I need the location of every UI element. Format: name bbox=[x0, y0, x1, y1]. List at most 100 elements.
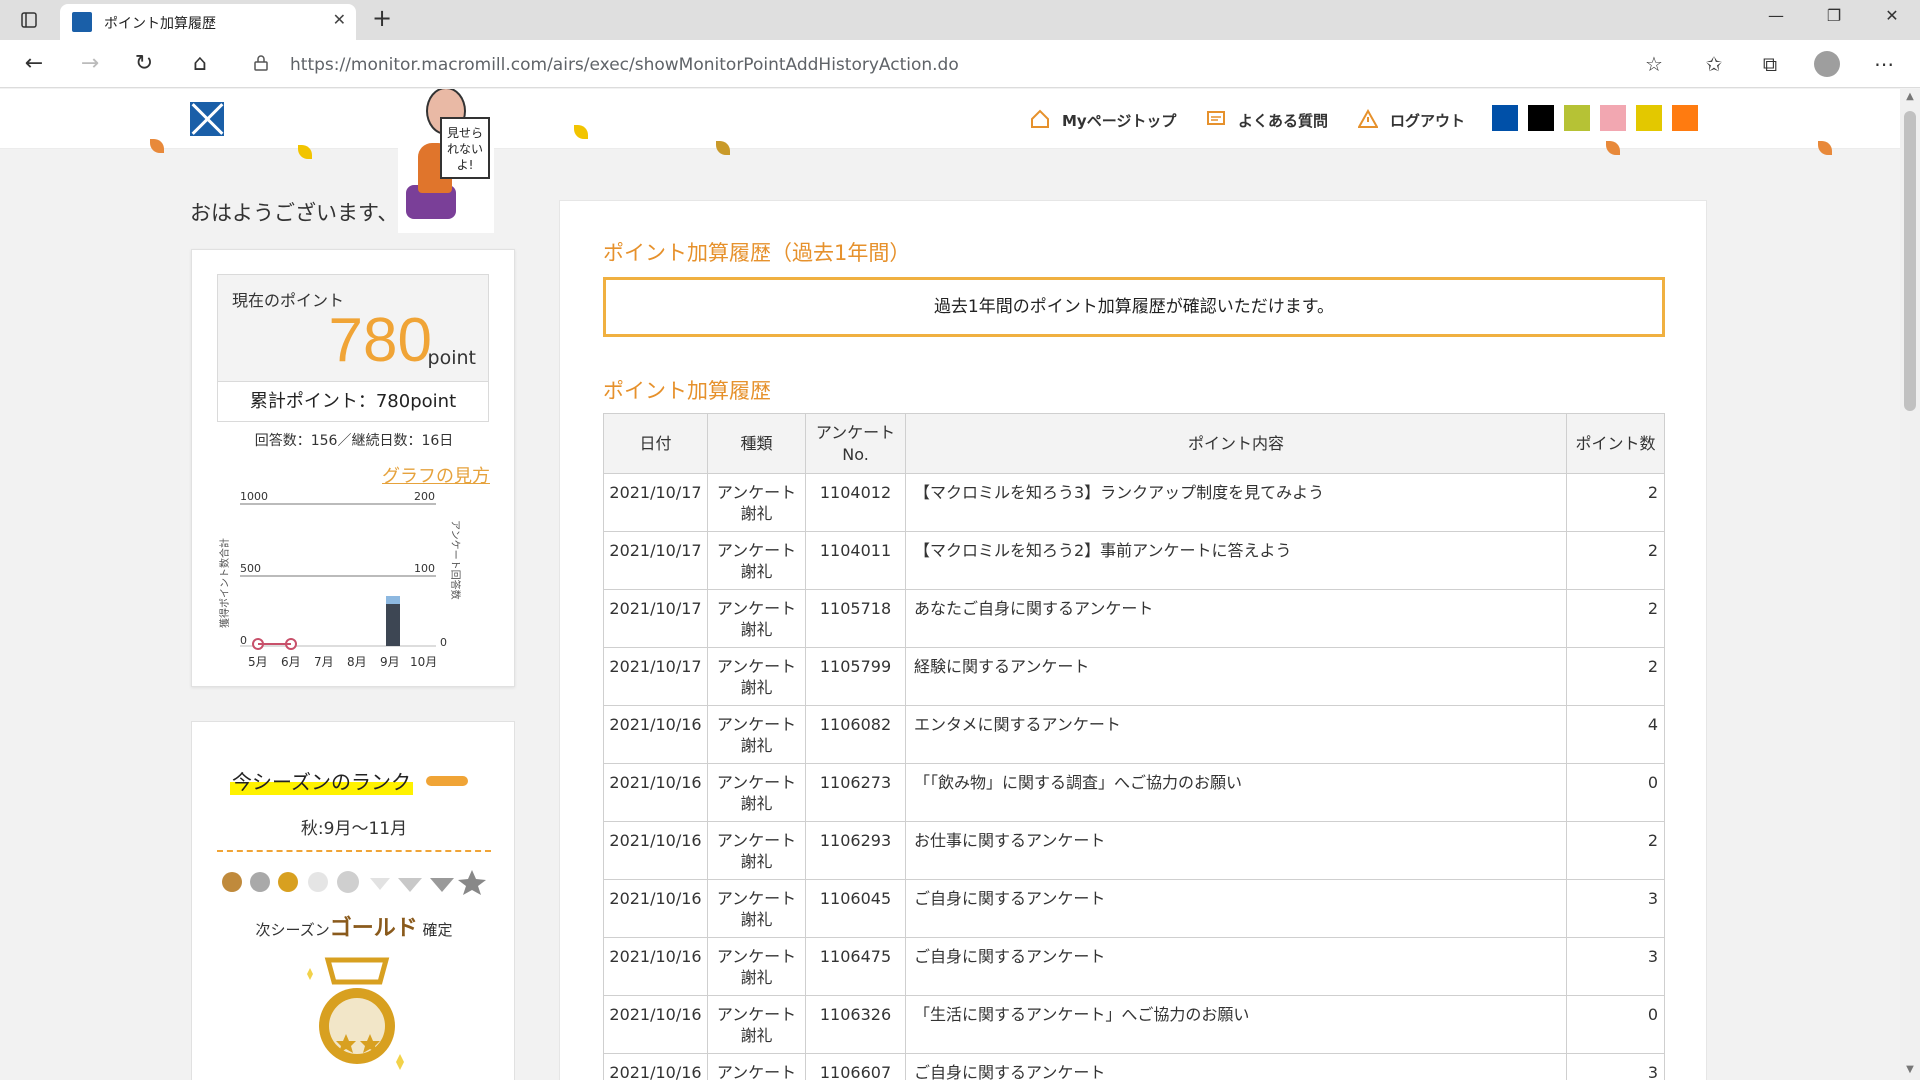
next-rank-text: 次シーズンゴールド 確定 bbox=[255, 916, 453, 941]
cell-points: 3 bbox=[1566, 879, 1665, 938]
theme-color-pink[interactable] bbox=[1600, 105, 1626, 131]
cell-date: 2021/10/16 bbox=[603, 995, 708, 1054]
collections-icon[interactable]: ⧉ bbox=[1754, 48, 1786, 80]
rank-silver-icon bbox=[250, 872, 270, 892]
tab-actions-button[interactable] bbox=[14, 8, 44, 32]
chart-month-label: 9月 bbox=[380, 655, 400, 669]
cell-survey-no: 1106045 bbox=[805, 879, 906, 938]
more-menu-icon[interactable]: ⋯ bbox=[1868, 48, 1900, 80]
browser-tab-active[interactable]: ポイント加算履歴 ✕ bbox=[60, 4, 356, 40]
favorites-icon[interactable]: ✩ bbox=[1698, 48, 1730, 80]
url-text: https://monitor.macromill.com/airs/exec/… bbox=[290, 55, 959, 75]
new-tab-button[interactable]: + bbox=[368, 4, 396, 32]
minimize-button[interactable]: — bbox=[1756, 6, 1796, 34]
home-button[interactable]: ⌂ bbox=[184, 48, 216, 80]
column-header-survey-no: アンケート No. bbox=[805, 413, 906, 474]
table-row: 2021/10/16 アンケート 謝礼 1106045 ご自身に関するアンケート 3 bbox=[603, 879, 1665, 938]
table-row: 2021/10/17 アンケート 謝礼 1104011 【マクロミルを知ろう2】事前アン… bbox=[603, 531, 1665, 590]
back-button[interactable]: ← bbox=[18, 48, 50, 80]
leaf-decoration bbox=[1606, 141, 1620, 155]
cell-survey-no: 1105718 bbox=[805, 589, 906, 648]
cell-type: アンケート謝礼 bbox=[707, 937, 806, 996]
cell-type: アンケート謝礼 bbox=[707, 1053, 806, 1080]
cell-survey-no: 1104012 bbox=[805, 473, 906, 532]
cell-type: アンケート謝礼 bbox=[707, 589, 806, 648]
chart-left-tick: 1000 bbox=[240, 490, 268, 503]
cell-date: 2021/10/16 bbox=[603, 1053, 708, 1080]
cell-survey-no: 1105799 bbox=[805, 647, 906, 706]
table-row: 2021/10/16アンケート謝礼1106607ご自身に関するアンケート3 bbox=[603, 1053, 1665, 1080]
chart-right-axis-label: アンケート回答数 bbox=[449, 520, 462, 600]
table-row: 2021/10/16 アンケート 謝礼 1106475 ご自身に関するアンケート 3 bbox=[603, 937, 1665, 996]
cell-date: 2021/10/16 bbox=[603, 705, 708, 764]
main-content-card: ポイント加算履歴（過去1年間） 過去1年間のポイント加算履歴が確認いただけます。… bbox=[559, 200, 1707, 1080]
cell-survey-no: 1106293 bbox=[805, 821, 906, 880]
close-window-button[interactable]: ✕ bbox=[1872, 6, 1912, 34]
table-row: 2021/10/16 アンケート 謝礼 1106082 エンタメに関するアンケート 4 bbox=[603, 705, 1665, 764]
site-favicon-icon bbox=[72, 12, 92, 32]
rank-card: 今シーズンのランク 秋:9月～11月 次シーズンゴールド 確定 bbox=[191, 721, 515, 1080]
cell-date: 2021/10/17 bbox=[603, 589, 708, 648]
cell-date: 2021/10/17 bbox=[603, 473, 708, 532]
rank-diamond-icon bbox=[398, 878, 422, 892]
points-card: 現在のポイント 780 point 累計ポイント：780point 回答数：15… bbox=[191, 249, 515, 687]
address-bar[interactable]: https://monitor.macromill.com/airs/exec/… bbox=[240, 47, 1682, 81]
faq-link[interactable]: よくある質問 bbox=[1238, 110, 1328, 131]
rank-bronze-icon bbox=[222, 872, 242, 892]
greeting-text: おはようございます、 bbox=[190, 201, 399, 225]
theme-color-blue[interactable] bbox=[1492, 105, 1518, 131]
mypage-top-link[interactable]: Myページトップ bbox=[1062, 110, 1176, 131]
table-row: 2021/10/17 アンケート 謝礼 1105799 経験に関するアンケート 2 bbox=[603, 647, 1665, 706]
cell-date: 2021/10/16 bbox=[603, 937, 708, 996]
forward-button[interactable]: → bbox=[74, 48, 106, 80]
faq-icon bbox=[1207, 111, 1225, 125]
cell-type: アンケート謝礼 bbox=[707, 473, 806, 532]
cell-content: エンタメに関するアンケート bbox=[905, 705, 1567, 764]
column-header-points: ポイント数 bbox=[1566, 413, 1665, 474]
page-content: Myページトップ よくある質問 ログアウト 見せられないよ! おはようございます… bbox=[0, 89, 1900, 1080]
chart-right-tick: 0 bbox=[440, 636, 447, 649]
table-row: 2021/10/16 アンケート 謝礼 1106326 「生活に関するアンケート」へご協… bbox=[603, 995, 1665, 1054]
macromill-logo[interactable] bbox=[190, 102, 224, 136]
mascot-sign: 見せられないよ! bbox=[440, 117, 490, 179]
cell-content: お仕事に関するアンケート bbox=[905, 821, 1567, 880]
cell-content: 【マクロミルを知ろう3】ランクアップ制度を見てみよう bbox=[905, 473, 1567, 532]
table-row: 2021/10/16 アンケート 謝礼 1106293 お仕事に関するアンケート 2 bbox=[603, 821, 1665, 880]
page-scrollbar[interactable]: ▲ ▼ bbox=[1900, 89, 1920, 1080]
restore-button[interactable]: ❐ bbox=[1814, 6, 1854, 34]
reload-button[interactable]: ↻ bbox=[128, 48, 160, 80]
tab-title: ポイント加算履歴 bbox=[104, 16, 216, 32]
theme-color-black[interactable] bbox=[1528, 105, 1554, 131]
leaf-decoration bbox=[716, 141, 730, 155]
cell-points: 2 bbox=[1566, 589, 1665, 648]
add-favorite-icon[interactable]: ☆ bbox=[1638, 48, 1670, 80]
theme-color-green[interactable] bbox=[1564, 105, 1590, 131]
table-row: 2021/10/16 アンケート 謝礼 1106273 「「飲み物」に関する調査」へご協… bbox=[603, 763, 1665, 822]
browser-toolbar: ← → ↻ ⌂ https://monitor.macromill.com/ai… bbox=[0, 40, 1920, 88]
theme-color-orange[interactable] bbox=[1672, 105, 1698, 131]
logout-link[interactable]: ログアウト bbox=[1390, 110, 1465, 131]
gold-medal-icon bbox=[307, 957, 404, 1070]
profile-avatar[interactable] bbox=[1814, 51, 1840, 77]
cell-content: 経験に関するアンケート bbox=[905, 647, 1567, 706]
cell-type: アンケート謝礼 bbox=[707, 763, 806, 822]
point-history-table: 日付 種類 アンケート No. ポイント内容 ポイント数 2021/10/17 アン… bbox=[603, 413, 1665, 1080]
cell-type: アンケート謝礼 bbox=[707, 531, 806, 590]
theme-color-yellow[interactable] bbox=[1636, 105, 1662, 131]
cell-date: 2021/10/16 bbox=[603, 821, 708, 880]
cell-points: 3 bbox=[1566, 1053, 1665, 1080]
cell-content: あなたご自身に関するアンケート bbox=[905, 589, 1567, 648]
current-points-label: 現在のポイント bbox=[232, 291, 345, 310]
cell-points: 2 bbox=[1566, 531, 1665, 590]
cell-points: 0 bbox=[1566, 995, 1665, 1054]
scrollbar-thumb[interactable] bbox=[1904, 111, 1916, 411]
scroll-up-icon[interactable]: ▲ bbox=[1903, 91, 1917, 105]
rank-star-icon bbox=[458, 870, 486, 895]
cell-content: ご自身に関するアンケート bbox=[905, 879, 1567, 938]
cell-survey-no: 1106082 bbox=[805, 705, 906, 764]
scroll-down-icon[interactable]: ▼ bbox=[1903, 1064, 1917, 1078]
cell-points: 2 bbox=[1566, 821, 1665, 880]
chart-month-label: 5月 bbox=[248, 655, 268, 669]
close-tab-icon[interactable]: ✕ bbox=[333, 10, 346, 29]
column-header-content: ポイント内容 bbox=[905, 413, 1567, 474]
